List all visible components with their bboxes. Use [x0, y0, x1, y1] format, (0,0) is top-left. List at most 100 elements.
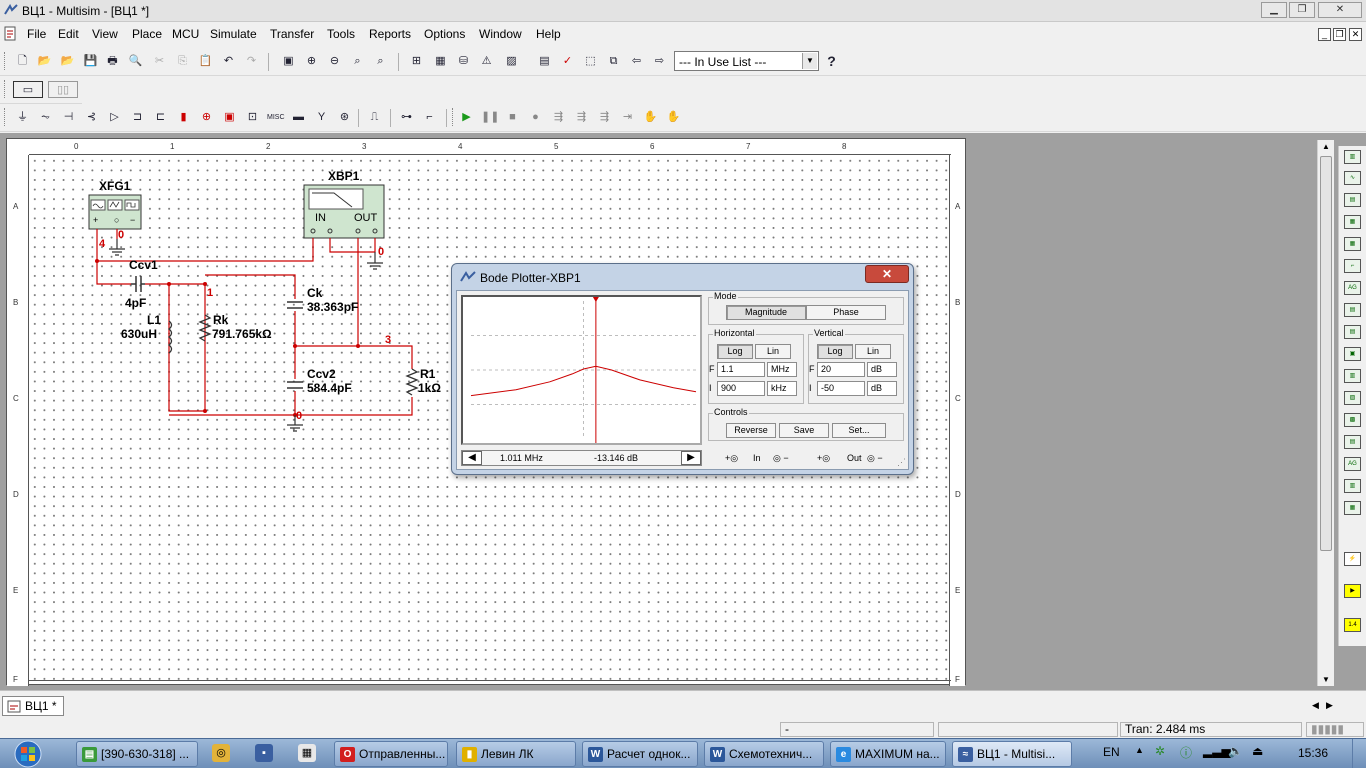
show-grid-icon[interactable]: ▭ — [13, 81, 43, 98]
taskbar-task[interactable]: O Отправленны... — [334, 741, 448, 767]
mcu-icon[interactable]: ▮ — [175, 109, 192, 126]
postprocessor-icon[interactable]: ▤ — [536, 53, 553, 70]
cursor-right-arrow-icon[interactable]: ▶ — [681, 451, 701, 465]
show-desktop-button[interactable] — [1352, 739, 1366, 768]
quick-launch-icon[interactable]: ◎ — [212, 744, 230, 762]
taskbar-task[interactable]: ▮ Левин ЛК — [456, 741, 576, 767]
undo-icon[interactable]: ↶ — [220, 53, 237, 70]
source-icon[interactable]: ⏚ — [14, 109, 31, 126]
taskbar-task[interactable]: ▤ [390-630-318] ... — [76, 741, 198, 767]
calculator-icon[interactable]: ▦ — [298, 744, 316, 762]
current-probe-icon[interactable]: 1.4 — [1344, 618, 1361, 632]
ttl-icon[interactable]: ⊐ — [129, 109, 146, 126]
close-window-button[interactable]: ✕ — [1318, 2, 1362, 18]
rf-icon[interactable]: Y — [313, 109, 330, 126]
tray-app-icon[interactable]: ✲ — [1155, 744, 1165, 758]
help-icon[interactable]: ? — [823, 53, 840, 70]
copy-icon[interactable]: ⎘ — [174, 53, 191, 70]
bode-plotter-icon[interactable]: ⌐ — [1344, 259, 1361, 273]
forward-annotate-icon[interactable]: ⇦ — [628, 53, 645, 70]
scroll-up-icon[interactable]: ▲ — [1322, 142, 1330, 151]
full-screen-icon[interactable]: ▣ — [280, 53, 297, 70]
run-to-cursor-icon[interactable]: ⇥ — [619, 109, 636, 126]
reverse-button[interactable]: Reverse — [726, 423, 776, 438]
taskbar-task[interactable]: W Схемотехнич... — [704, 741, 824, 767]
misc-icon[interactable]: MISC — [267, 109, 285, 126]
save-quick-icon[interactable]: ▪ — [255, 744, 273, 762]
zoom-area-icon[interactable]: ⌕ — [349, 53, 366, 70]
cut-icon[interactable]: ✂ — [151, 53, 168, 70]
in-plus-terminal[interactable]: +◎ — [725, 453, 738, 464]
menu-view[interactable]: View — [92, 27, 118, 41]
paste-icon[interactable]: 📋 — [197, 53, 214, 70]
vertical-final-unit[interactable]: dB — [867, 362, 897, 377]
mdi-restore-button[interactable]: ❐ — [1333, 28, 1346, 41]
component-wizard-icon[interactable]: ⚠ — [478, 53, 495, 70]
menu-transfer[interactable]: Transfer — [270, 27, 314, 41]
stop-icon[interactable]: ■ — [504, 109, 521, 126]
diode-icon[interactable]: ⊣ — [60, 109, 77, 126]
menu-options[interactable]: Options — [424, 27, 465, 41]
bode-plot-area[interactable] — [461, 295, 702, 445]
resistor-r1[interactable] — [405, 368, 419, 396]
labview-icon[interactable]: ▶ — [1344, 584, 1361, 598]
menu-reports[interactable]: Reports — [369, 27, 411, 41]
function-generator-xfg1[interactable]: XFG1 + ○ − — [88, 179, 142, 230]
capacitor-ck[interactable] — [287, 301, 303, 309]
cmos-icon[interactable]: ⊏ — [152, 109, 169, 126]
horizontal-log-button[interactable]: Log — [717, 344, 753, 359]
electromechanical-icon[interactable]: ⊛ — [336, 109, 353, 126]
taskbar-task-active[interactable]: ≈ ВЦ1 - Multisi... — [952, 741, 1072, 767]
distortion-analyzer-icon[interactable]: ▨ — [1344, 391, 1361, 405]
backannotate-icon[interactable]: ⧉ — [605, 53, 622, 70]
save-icon[interactable]: 💾 — [82, 53, 99, 70]
in-use-list-dropdown[interactable]: --- In Use List --- ▼ — [674, 51, 819, 71]
logic-converter-icon[interactable]: ▣ — [1344, 347, 1361, 361]
vertical-scrollbar[interactable]: ▲ ▼ — [1317, 140, 1334, 686]
database-icon[interactable]: ⛁ — [455, 53, 472, 70]
document-tab[interactable]: ВЦ1 * — [2, 696, 64, 716]
bus-icon[interactable]: ⌐ — [421, 109, 438, 126]
menu-mcu[interactable]: MCU — [172, 27, 199, 41]
plot-cursor-marker[interactable] — [592, 297, 599, 302]
remove-breakpoints-icon[interactable]: ✋ — [665, 109, 682, 126]
language-indicator[interactable]: EN — [1103, 745, 1120, 759]
basic-icon[interactable]: ⏦ — [37, 109, 54, 126]
volume-icon[interactable]: 🔈 — [1228, 744, 1243, 758]
vertical-initial-unit[interactable]: dB — [867, 381, 897, 396]
info-icon[interactable]: ⓘ — [1180, 744, 1192, 761]
capacitor-ccv1[interactable] — [131, 276, 145, 292]
menu-edit[interactable]: Edit — [58, 27, 79, 41]
magnitude-button[interactable]: Magnitude — [726, 305, 806, 320]
step-into-icon[interactable]: ⇶ — [550, 109, 567, 126]
set-button[interactable]: Set... — [832, 423, 886, 438]
menu-place[interactable]: Place — [132, 27, 162, 41]
cursor-left-arrow-icon[interactable]: ◀ — [462, 451, 482, 465]
step-icon[interactable]: ● — [527, 109, 544, 126]
grapher-icon[interactable]: ▨ — [503, 53, 520, 70]
show-border-icon[interactable]: ▯▯ — [48, 81, 78, 98]
chevron-down-icon[interactable]: ▼ — [802, 53, 817, 69]
word-generator-icon[interactable]: ▤ — [1344, 303, 1361, 317]
taskbar-task[interactable]: W Расчет однок... — [582, 741, 698, 767]
agilent-generator-icon[interactable]: AG — [1344, 457, 1361, 471]
zoom-in-icon[interactable]: ⊕ — [303, 53, 320, 70]
analog-icon[interactable]: ▷ — [106, 109, 123, 126]
minimize-button[interactable]: ▁ — [1261, 2, 1287, 18]
scroll-down-icon[interactable]: ▼ — [1322, 675, 1330, 684]
horizontal-final-input[interactable]: 1.1 — [717, 362, 765, 377]
open-sample-icon[interactable]: 📂 — [59, 53, 76, 70]
menu-simulate[interactable]: Simulate — [210, 27, 257, 41]
menu-tools[interactable]: Tools — [327, 27, 355, 41]
network-analyzer-icon[interactable]: ▤ — [1344, 435, 1361, 449]
capacitor-ccv2[interactable] — [287, 381, 303, 389]
agilent-multimeter-icon[interactable]: ▥ — [1344, 479, 1361, 493]
mdi-close-button[interactable]: ✕ — [1349, 28, 1362, 41]
resize-grip-icon[interactable]: ⋰ — [897, 457, 906, 468]
horizontal-initial-unit[interactable]: kHz — [767, 381, 797, 396]
toggle-breakpoint-icon[interactable]: ✋ — [642, 109, 659, 126]
horizontal-initial-input[interactable]: 900 — [717, 381, 765, 396]
frequency-counter-icon[interactable]: AG — [1344, 281, 1361, 295]
open-folder-icon[interactable]: 📂 — [36, 53, 53, 70]
erc-icon[interactable]: ✓ — [559, 53, 576, 70]
